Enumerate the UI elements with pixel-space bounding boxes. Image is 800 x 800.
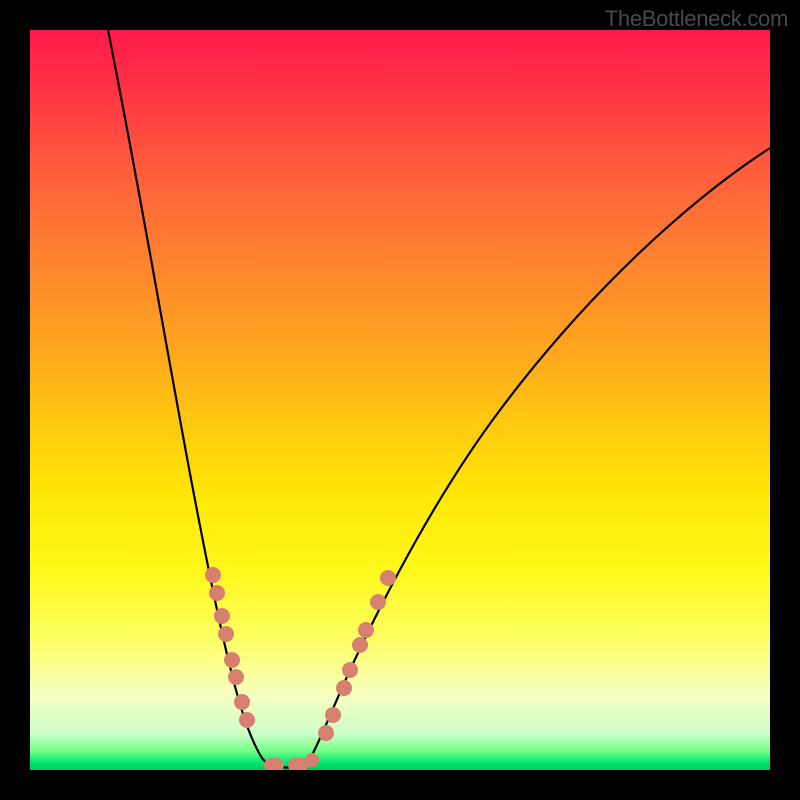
watermark-text: TheBottleneck.com	[605, 6, 788, 32]
right-curve	[298, 148, 770, 767]
bottom-dots	[264, 753, 319, 770]
chart-svg	[30, 30, 770, 770]
left-curve	[108, 30, 277, 767]
left-dots	[205, 567, 255, 728]
chart-plot-area	[30, 30, 770, 770]
